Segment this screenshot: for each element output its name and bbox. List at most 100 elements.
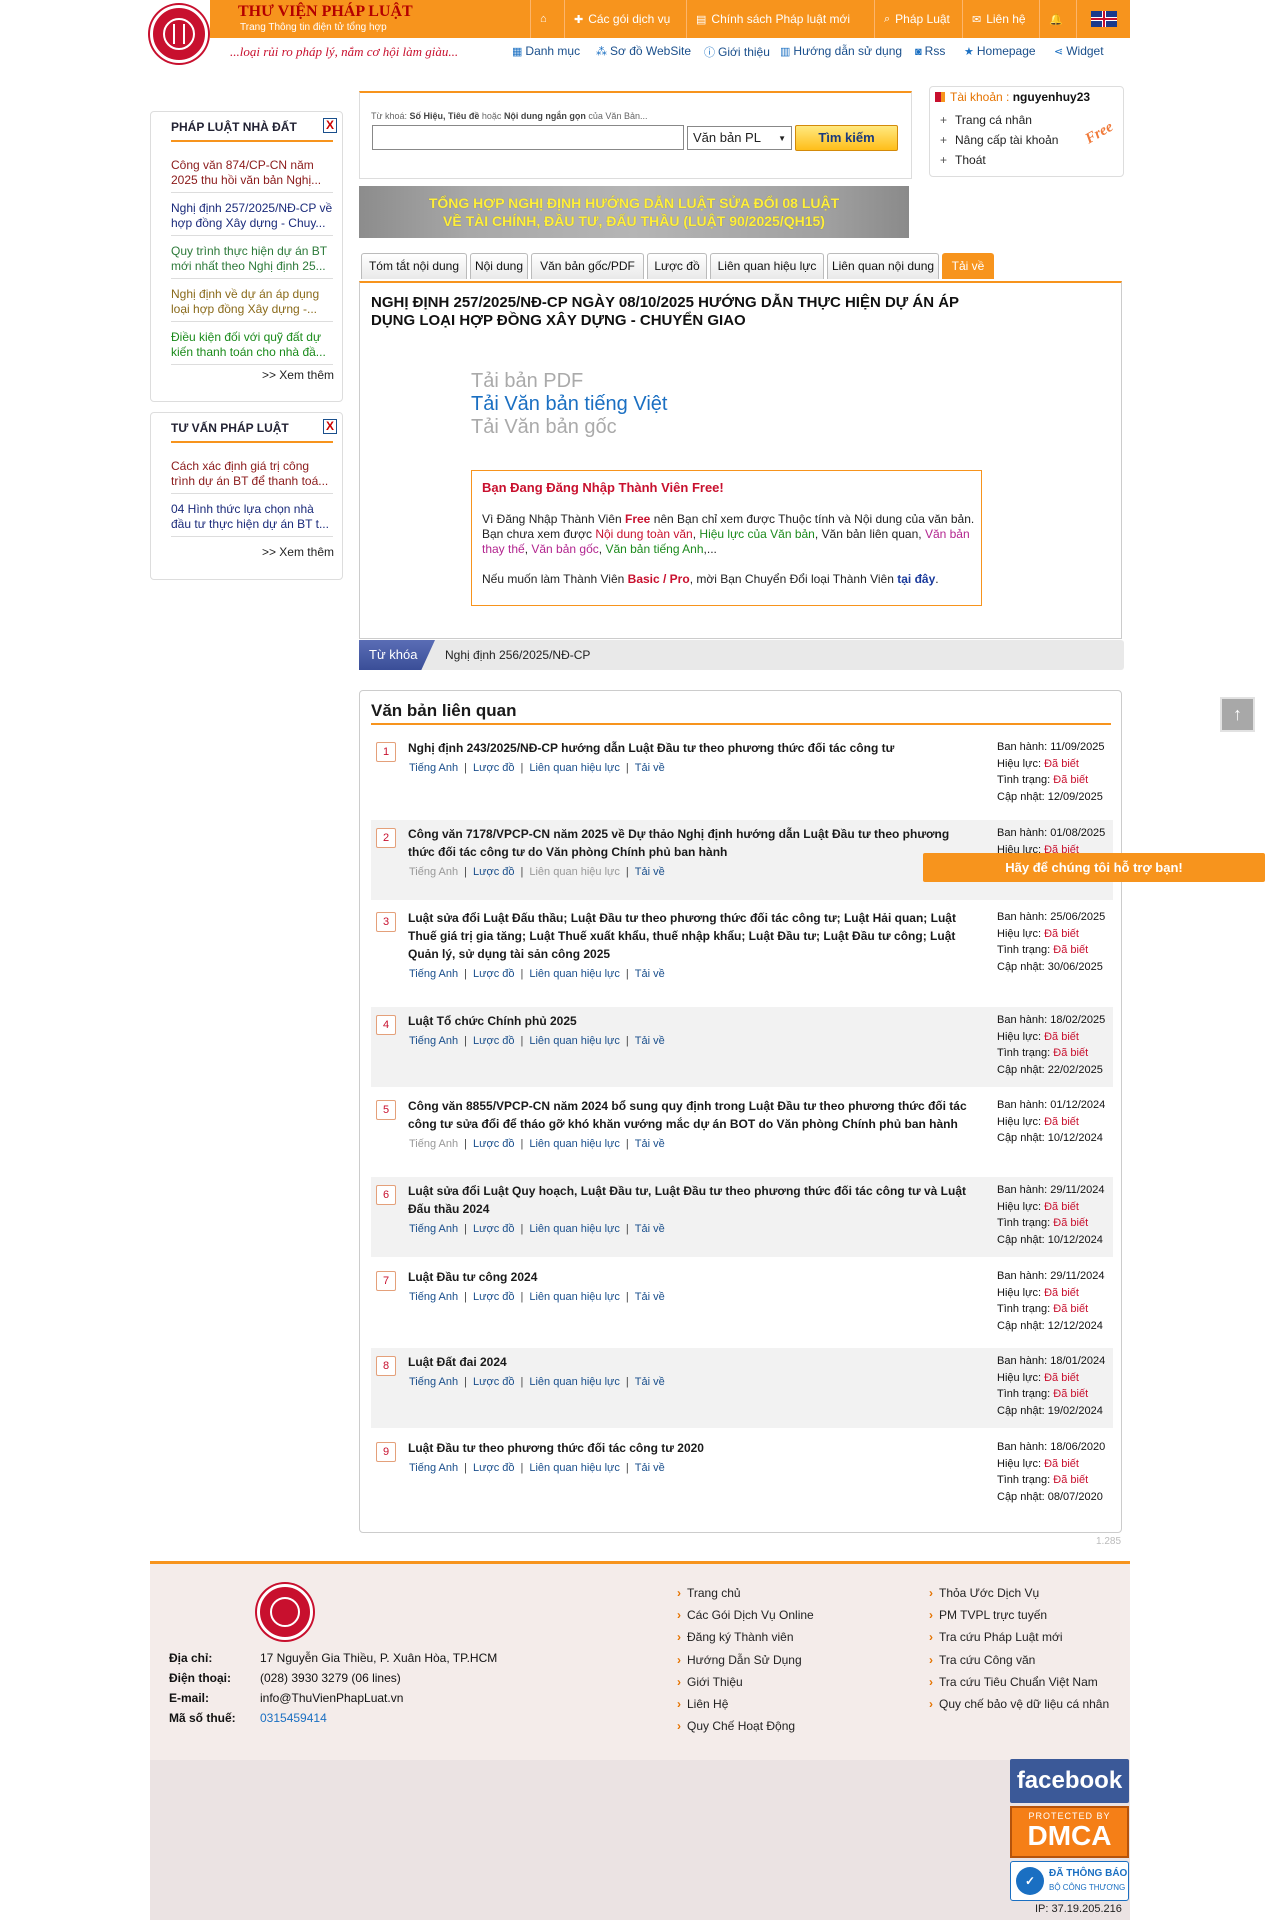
diagram-link[interactable]: Lược đồ <box>473 1291 515 1303</box>
related-document-title[interactable]: Nghị định 243/2025/NĐ-CP hướng dẫn Luật … <box>408 739 968 757</box>
subnav-about[interactable]: ⓘ Giới thiệu <box>704 44 770 60</box>
diagram-link[interactable]: Lược đồ <box>473 762 515 774</box>
nav-new-policy[interactable]: ▤ Chính sách Pháp luật mới <box>686 0 859 38</box>
footer-link[interactable]: Quy chế bảo vệ dữ liệu cá nhân <box>929 1697 1109 1711</box>
related-document-title[interactable]: Luật sửa đổi Luật Quy hoạch, Luật Đầu tư… <box>408 1182 968 1218</box>
nav-notifications[interactable]: 🔔 <box>1039 0 1077 38</box>
tab-related-validity[interactable]: Liên quan hiệu lực <box>710 253 824 279</box>
download-link[interactable]: Tải về <box>635 866 665 878</box>
sidebar-article-link[interactable]: Nghị định về dự án áp dụng loại hợp đồng… <box>171 287 333 322</box>
account-profile-link[interactable]: Trang cá nhân <box>940 113 1032 127</box>
footer-link[interactable]: Thỏa Ước Dịch Vụ <box>929 1586 1039 1600</box>
email-value[interactable]: info@ThuVienPhapLuat.vn <box>260 1691 403 1705</box>
tab-related-content[interactable]: Liên quan nội dung <box>827 253 939 279</box>
download-vietnamese-link[interactable]: Tải Văn bản tiếng Việt <box>471 393 667 416</box>
tab-content[interactable]: Nội dung <box>470 253 528 279</box>
tab-diagram[interactable]: Lược đồ <box>647 253 707 279</box>
related-validity-link[interactable]: Liên quan hiệu lực <box>529 762 620 774</box>
diagram-link[interactable]: Lược đồ <box>473 1138 515 1150</box>
upgrade-link[interactable]: tại đây <box>897 572 935 586</box>
english-link[interactable]: Tiếng Anh <box>409 1138 458 1150</box>
dmca-badge[interactable]: PROTECTED BY DMCA <box>1010 1806 1129 1858</box>
keyword-tag[interactable]: Nghị định 256/2025/NĐ-CP <box>445 648 590 662</box>
footer-link[interactable]: Hướng Dẫn Sử Dụng <box>677 1653 802 1667</box>
nav-services[interactable]: ✚ Các gói dịch vụ <box>564 0 679 38</box>
promo-banner[interactable]: TỔNG HỢP NGHỊ ĐỊNH HƯỚNG DẪN LUẬT SỬA ĐỔ… <box>359 186 909 238</box>
account-upgrade-link[interactable]: Nâng cấp tài khoản <box>940 133 1058 147</box>
related-validity-link[interactable]: Liên quan hiệu lực <box>529 1138 620 1150</box>
download-link[interactable]: Tải về <box>635 1291 665 1303</box>
scroll-to-top-button[interactable]: ↑ <box>1220 697 1255 732</box>
sidebar-article-link[interactable]: Công văn 874/CP-CN năm 2025 thu hồi văn … <box>171 158 333 193</box>
sidebar-article-link[interactable]: Quy trình thực hiện dự án BT mới nhất th… <box>171 244 333 279</box>
support-chat-button[interactable]: Hãy để chúng tôi hỗ trợ bạn! <box>923 853 1265 882</box>
related-document-title[interactable]: Luật Đất đai 2024 <box>408 1353 968 1371</box>
facebook-badge[interactable]: facebook <box>1010 1759 1129 1803</box>
footer-link[interactable]: Tra cứu Tiêu Chuẩn Việt Nam <box>929 1675 1098 1689</box>
download-pdf-link[interactable]: Tải bản PDF <box>471 370 583 393</box>
footer-link[interactable]: Đăng ký Thành viên <box>677 1630 794 1644</box>
download-link[interactable]: Tải về <box>635 762 665 774</box>
english-link[interactable]: Tiếng Anh <box>409 1376 458 1388</box>
close-icon[interactable]: X <box>323 118 337 133</box>
english-link[interactable]: Tiếng Anh <box>409 762 458 774</box>
footer-logo[interactable] <box>257 1584 313 1640</box>
subnav-rss[interactable]: ◙ Rss <box>915 44 945 58</box>
diagram-link[interactable]: Lược đồ <box>473 1223 515 1235</box>
download-link[interactable]: Tải về <box>635 1376 665 1388</box>
diagram-link[interactable]: Lược đồ <box>473 866 515 878</box>
related-document-title[interactable]: Luật sửa đổi Luật Đấu thầu; Luật Đầu tư … <box>408 909 968 963</box>
footer-link[interactable]: Liên Hệ <box>677 1697 728 1711</box>
footer-link[interactable]: Giới Thiệu <box>677 1675 743 1689</box>
footer-link[interactable]: Tra cứu Công văn <box>929 1653 1035 1667</box>
tax-value[interactable]: 0315459414 <box>260 1711 327 1725</box>
related-validity-link[interactable]: Liên quan hiệu lực <box>529 1223 620 1235</box>
related-document-title[interactable]: Công văn 8855/VPCP-CN năm 2024 bổ sung q… <box>408 1097 968 1133</box>
english-link[interactable]: Tiếng Anh <box>409 968 458 980</box>
site-logo[interactable] <box>150 5 208 63</box>
nav-language[interactable] <box>1076 0 1130 38</box>
subnav-widget[interactable]: ⋖ Widget <box>1054 44 1104 58</box>
english-link[interactable]: Tiếng Anh <box>409 1291 458 1303</box>
see-more-link[interactable]: >> Xem thêm <box>262 545 334 559</box>
subnav-homepage[interactable]: ★ Homepage <box>964 44 1036 58</box>
english-link[interactable]: Tiếng Anh <box>409 1462 458 1474</box>
nav-home[interactable]: ⌂ <box>530 0 561 38</box>
brand-title[interactable]: THƯ VIỆN PHÁP LUẬT <box>238 3 413 21</box>
search-button[interactable]: Tìm kiếm <box>795 125 898 151</box>
see-more-link[interactable]: >> Xem thêm <box>262 368 334 382</box>
diagram-link[interactable]: Lược đồ <box>473 1035 515 1047</box>
related-document-title[interactable]: Luật Tổ chức Chính phủ 2025 <box>408 1012 968 1030</box>
related-validity-link[interactable]: Liên quan hiệu lực <box>529 866 620 878</box>
sidebar-article-link[interactable]: Cách xác định giá trị công trình dự án B… <box>171 459 333 494</box>
account-logout-link[interactable]: Thoát <box>940 153 986 167</box>
related-validity-link[interactable]: Liên quan hiệu lực <box>529 1376 620 1388</box>
nav-law[interactable]: ⌕ Pháp Luật <box>874 0 959 38</box>
footer-link[interactable]: Quy Chế Hoạt Động <box>677 1719 795 1733</box>
tab-original-pdf[interactable]: Văn bản gốc/PDF <box>531 253 644 279</box>
download-link[interactable]: Tải về <box>635 968 665 980</box>
related-document-title[interactable]: Luật Đầu tư theo phương thức đối tác côn… <box>408 1439 968 1457</box>
download-link[interactable]: Tải về <box>635 1462 665 1474</box>
english-link[interactable]: Tiếng Anh <box>409 866 458 878</box>
footer-link[interactable]: PM TVPL trực tuyến <box>929 1608 1047 1622</box>
tab-download[interactable]: Tải về <box>942 253 994 279</box>
related-document-title[interactable]: Công văn 7178/VPCP-CN năm 2025 về Dự thả… <box>408 825 968 861</box>
ministry-registered-badge[interactable]: ✓ ĐÃ THÔNG BÁO BỘ CÔNG THƯƠNG <box>1010 1861 1129 1901</box>
search-input[interactable] <box>372 125 684 150</box>
related-validity-link[interactable]: Liên quan hiệu lực <box>529 968 620 980</box>
related-document-title[interactable]: Luật Đầu tư công 2024 <box>408 1268 968 1286</box>
related-validity-link[interactable]: Liên quan hiệu lực <box>529 1035 620 1047</box>
related-validity-link[interactable]: Liên quan hiệu lực <box>529 1462 620 1474</box>
sidebar-article-link[interactable]: Nghị định 257/2025/NĐ-CP về hợp đồng Xây… <box>171 201 333 236</box>
download-link[interactable]: Tải về <box>635 1138 665 1150</box>
subnav-catalog[interactable]: ▦ Danh mục <box>512 44 580 58</box>
english-link[interactable]: Tiếng Anh <box>409 1223 458 1235</box>
footer-link[interactable]: Trang chủ <box>677 1586 741 1600</box>
close-icon[interactable]: X <box>323 419 337 434</box>
document-type-select[interactable]: Văn bản PL ▼ <box>687 126 792 150</box>
related-validity-link[interactable]: Liên quan hiệu lực <box>529 1291 620 1303</box>
diagram-link[interactable]: Lược đồ <box>473 1462 515 1474</box>
subnav-sitemap[interactable]: ⁂ Sơ đồ WebSite <box>596 44 691 58</box>
subnav-guide[interactable]: ▥ Hướng dẫn sử dụng <box>780 44 902 58</box>
